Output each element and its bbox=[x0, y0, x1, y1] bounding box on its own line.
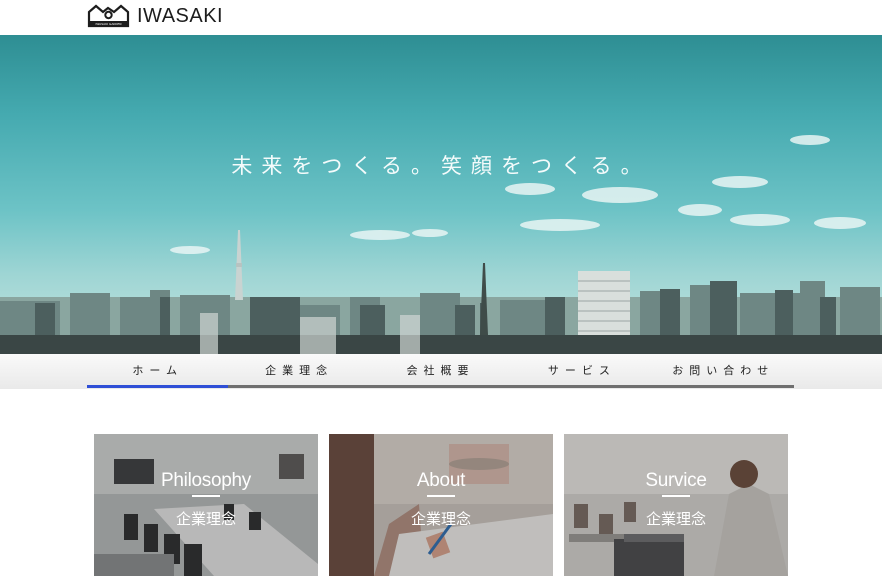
nav-item-philosophy[interactable]: 企業理念 bbox=[228, 354, 369, 386]
card-subtitle: 企業理念 bbox=[410, 510, 471, 528]
card-divider bbox=[662, 495, 690, 497]
card-title: Survice bbox=[645, 470, 707, 491]
logo-small-text: IWASAKI GAKKEN bbox=[95, 22, 121, 26]
card-title: About bbox=[416, 470, 466, 491]
card-philosophy[interactable]: Philosophy 企業理念 bbox=[94, 434, 318, 576]
hero-banner: 未来をつくる。笑顔をつくる。 bbox=[0, 35, 882, 354]
nav-item-service[interactable]: サービス bbox=[511, 354, 652, 386]
card-service[interactable]: Survice 企業理念 bbox=[564, 434, 788, 576]
site-logo[interactable]: IWASAKI GAKKEN IWASAKI bbox=[87, 4, 223, 28]
card-subtitle: 企業理念 bbox=[175, 510, 236, 528]
card-about[interactable]: About 企業理念 bbox=[329, 434, 553, 576]
hero-tagline: 未来をつくる。笑顔をつくる。 bbox=[231, 154, 651, 178]
card-subtitle: 企業理念 bbox=[645, 510, 706, 528]
site-header: IWASAKI GAKKEN IWASAKI bbox=[0, 0, 882, 35]
main-nav: ホーム 企業理念 会社概要 サービス お問い合わせ bbox=[0, 354, 882, 389]
nav-item-company[interactable]: 会社概要 bbox=[370, 354, 511, 386]
nav-item-home[interactable]: ホーム bbox=[87, 354, 228, 386]
brand-name: IWASAKI bbox=[137, 4, 224, 27]
card-divider bbox=[192, 495, 220, 497]
card-divider bbox=[427, 495, 455, 497]
nav-active-indicator bbox=[87, 385, 228, 388]
card-title: Philosophy bbox=[161, 470, 251, 491]
nav-item-contact[interactable]: お問い合わせ bbox=[653, 354, 794, 386]
city-skyline-image bbox=[0, 135, 882, 354]
house-smile-logo-icon: IWASAKI GAKKEN bbox=[87, 4, 130, 28]
